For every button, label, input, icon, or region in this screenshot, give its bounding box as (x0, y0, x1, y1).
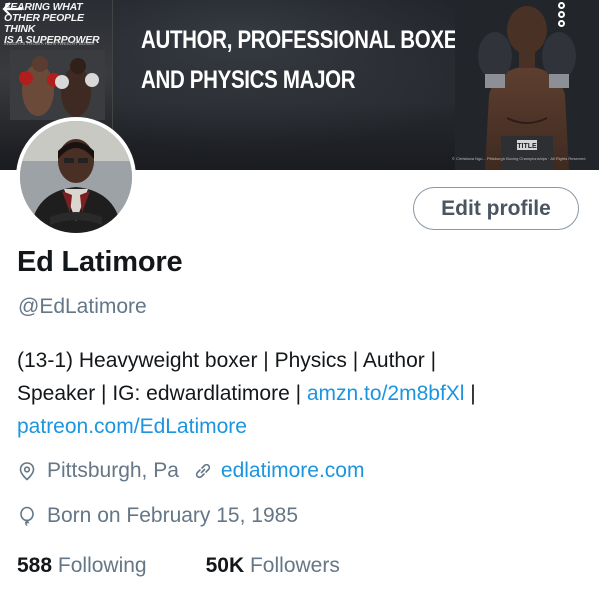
book-title-line: OTHER PEOPLE THINK (4, 12, 84, 35)
photo-credit: © Christiana Ngu... Pittsburgh Boxing Ch… (452, 156, 586, 161)
bio-link-amazon[interactable]: amzn.to/2m8bfXl (307, 382, 465, 405)
banner-headline: AUTHOR, PROFESSIONAL BOXER, AND PHYSICS … (141, 20, 477, 100)
book-subtitle: INSIGHTS FROM A HEAVYWEIGHT BOXER (4, 41, 95, 46)
bio-link-patreon[interactable]: patreon.com/EdLatimore (17, 415, 247, 438)
banner-headline-line: AUTHOR, PROFESSIONAL BOXER, (141, 26, 477, 54)
bio-text: (13-1) Heavyweight boxer | Physics | Aut… (17, 349, 437, 372)
profile-meta-location-website: Pittsburgh, Pa edlatimore.com (17, 459, 364, 483)
edit-profile-button[interactable]: Edit profile (413, 187, 579, 230)
birthday-balloon-icon (20, 506, 34, 526)
profile-name: Ed Latimore (17, 246, 183, 278)
avatar[interactable] (16, 117, 136, 237)
location-pin-icon (19, 462, 35, 481)
back-arrow-icon[interactable] (2, 2, 24, 16)
profile-handle: @EdLatimore (18, 295, 147, 318)
link-icon (195, 463, 211, 479)
banner-boxer-image: TITLE (455, 0, 599, 170)
bio-text: | (464, 382, 476, 405)
profile-location: Pittsburgh, Pa (47, 459, 179, 482)
profile-bio: (13-1) Heavyweight boxer | Physics | Aut… (17, 344, 587, 443)
profile-meta-birthday: Born on February 15, 1985 (17, 504, 298, 528)
followers-stat[interactable]: 50K Followers (206, 554, 340, 577)
following-label: Following (57, 554, 147, 577)
avatar-photo (20, 121, 132, 233)
bio-text: Speaker | IG: edwardlatimore | (17, 382, 307, 405)
trunks-text: TITLE (517, 143, 537, 150)
following-stat[interactable]: 588 Following (17, 554, 147, 577)
following-count: 588 (17, 554, 53, 577)
profile-website-link[interactable]: edlatimore.com (221, 459, 365, 483)
more-vertical-icon[interactable] (558, 2, 568, 32)
profile-stats: 588 Following 50K Followers (17, 554, 340, 578)
followers-label: Followers (249, 554, 340, 577)
profile-birthday: Born on February 15, 1985 (47, 504, 298, 527)
followers-count: 50K (205, 554, 245, 577)
banner-headline-line: AND PHYSICS MAJOR (141, 66, 356, 94)
book-boxers-image (10, 50, 105, 120)
